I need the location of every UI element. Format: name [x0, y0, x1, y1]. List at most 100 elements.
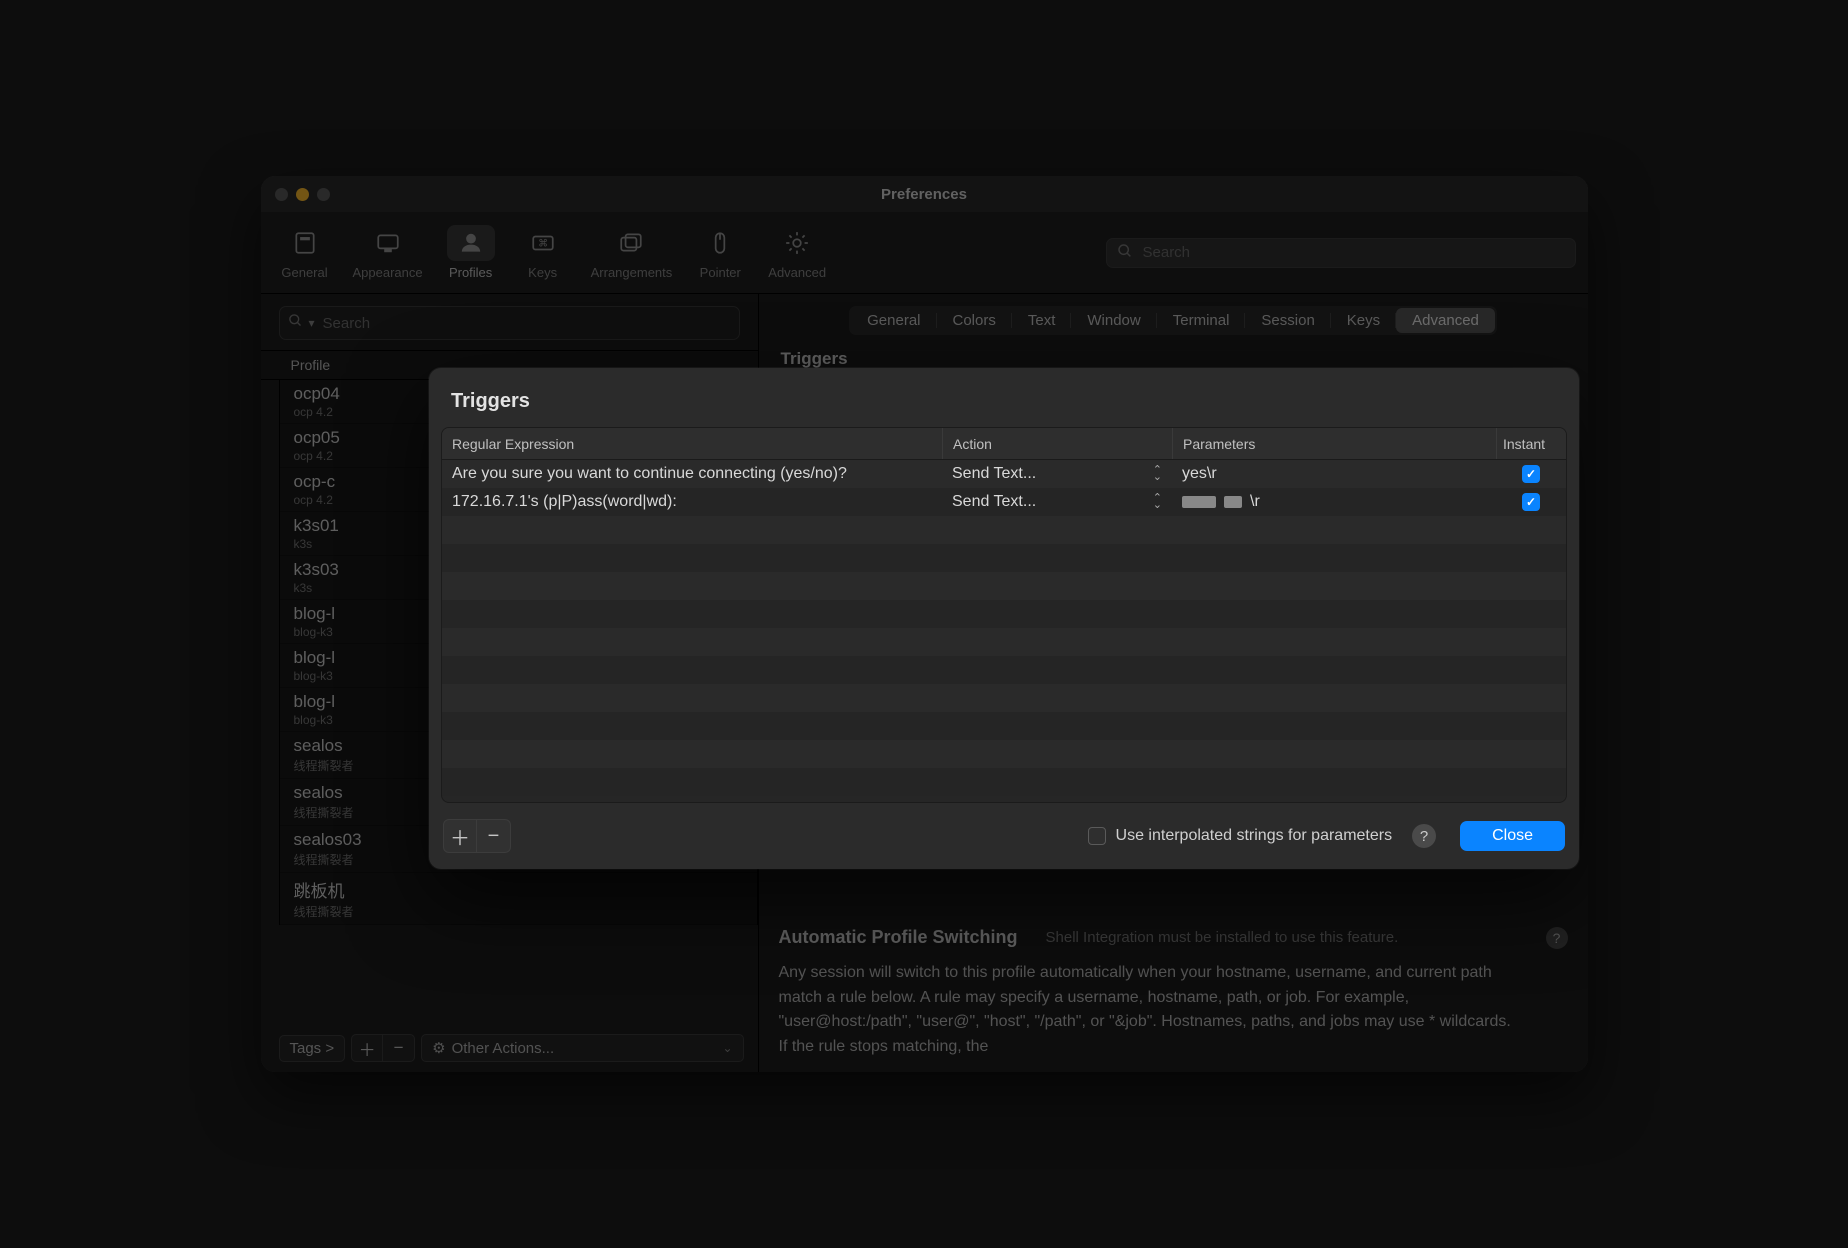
mouse-icon [696, 225, 744, 261]
trigger-row-empty[interactable] [442, 600, 1566, 628]
col-instant[interactable]: Instant [1496, 428, 1566, 459]
trigger-row-empty[interactable] [442, 768, 1566, 796]
col-action[interactable]: Action [942, 428, 1172, 459]
instant-cell[interactable]: ✓ [1496, 493, 1566, 511]
interpolated-strings-checkbox[interactable] [1088, 827, 1106, 845]
trigger-row-empty[interactable] [442, 544, 1566, 572]
triggers-table-body[interactable]: Are you sure you want to continue connec… [442, 460, 1566, 802]
triggers-section-title: Triggers [781, 349, 1568, 369]
stepper-icon[interactable]: ⌃⌄ [1153, 467, 1162, 480]
params-cell[interactable]: \r [1172, 493, 1496, 511]
params-cell[interactable]: yes\r [1172, 465, 1496, 483]
tab-advanced[interactable]: Advanced [1396, 308, 1495, 333]
toolbar-search-input[interactable] [1141, 243, 1565, 262]
tab-window[interactable]: Window [1071, 308, 1156, 333]
action-cell[interactable]: Send Text... ⌃⌄ [942, 493, 1172, 511]
trigger-row-empty[interactable] [442, 572, 1566, 600]
window-stack-icon [607, 225, 655, 261]
title-bar: Preferences [261, 176, 1588, 212]
trigger-row-empty[interactable] [442, 740, 1566, 768]
regex-cell[interactable]: 172.16.7.1's (p|P)ass(word|wd): [442, 493, 942, 511]
toolbar-appearance[interactable]: Appearance [345, 219, 431, 286]
tags-dropdown[interactable]: Tags > [279, 1035, 346, 1062]
preferences-toolbar: General Appearance Profiles ⌘ Keys Arrang… [261, 212, 1588, 294]
interpolated-strings-option[interactable]: Use interpolated strings for parameters [1088, 827, 1393, 845]
close-button[interactable]: Close [1460, 821, 1565, 851]
toolbar-pointer[interactable]: Pointer [688, 219, 752, 286]
toolbar-item-label: General [281, 265, 327, 280]
triggers-dialog-footer: ＋ − Use interpolated strings for paramet… [429, 813, 1579, 869]
add-trigger-button[interactable]: ＋ [443, 819, 477, 853]
profile-tab-bar: GeneralColorsTextWindowTerminalSessionKe… [779, 306, 1568, 335]
tab-text[interactable]: Text [1012, 308, 1072, 333]
interpolated-strings-label: Use interpolated strings for parameters [1116, 827, 1393, 845]
other-actions-label: Other Actions... [452, 1040, 555, 1057]
instant-checkbox[interactable]: ✓ [1522, 465, 1540, 483]
help-icon[interactable]: ? [1412, 824, 1436, 848]
tab-terminal[interactable]: Terminal [1157, 308, 1246, 333]
trigger-row[interactable]: 172.16.7.1's (p|P)ass(word|wd): Send Tex… [442, 488, 1566, 516]
params-text: yes\r [1182, 465, 1217, 483]
gear-icon [773, 225, 821, 261]
action-cell[interactable]: Send Text... ⌃⌄ [942, 465, 1172, 483]
slider-icon [281, 225, 329, 261]
trigger-row[interactable]: Are you sure you want to continue connec… [442, 460, 1566, 488]
trigger-row-empty[interactable] [442, 516, 1566, 544]
remove-profile-button[interactable]: − [383, 1034, 415, 1062]
col-regex[interactable]: Regular Expression [442, 436, 942, 452]
triggers-dialog: Triggers Regular Expression Action Param… [429, 368, 1579, 869]
trigger-row-empty[interactable] [442, 712, 1566, 740]
automatic-profile-switching-section: Automatic Profile Switching Shell Integr… [779, 907, 1568, 1060]
toolbar-search[interactable] [1106, 238, 1576, 268]
toolbar-item-label: Arrangements [591, 265, 673, 280]
regex-cell[interactable]: Are you sure you want to continue connec… [442, 465, 942, 483]
triggers-dialog-title: Triggers [429, 368, 1579, 427]
chevron-down-icon: ⌄ [722, 1041, 732, 1055]
toolbar-item-label: Profiles [449, 265, 492, 280]
add-profile-button[interactable]: ＋ [351, 1034, 383, 1062]
help-icon[interactable]: ? [1546, 927, 1568, 949]
profile-subtitle: 线程撕裂者 [294, 903, 747, 920]
tab-colors[interactable]: Colors [937, 308, 1012, 333]
profiles-search[interactable]: ▾ [279, 306, 740, 340]
trigger-row-empty[interactable] [442, 628, 1566, 656]
keyboard-icon: ⌘ [519, 225, 567, 261]
aps-note: Shell Integration must be installed to u… [1046, 929, 1518, 946]
toolbar-arrangements[interactable]: Arrangements [583, 219, 681, 286]
aps-description: Any session will switch to this profile … [779, 961, 1519, 1060]
search-icon [1117, 243, 1133, 263]
gear-icon: ⚙ [432, 1039, 445, 1057]
sidebar-footer: Tags > ＋ − ⚙ Other Actions... ⌄ [261, 1026, 758, 1062]
toolbar-item-label: Pointer [700, 265, 741, 280]
redacted-segment [1224, 496, 1242, 508]
profiles-search-input[interactable] [321, 314, 731, 333]
profile-title: 跳板机 [294, 877, 747, 902]
profile-icon [447, 225, 495, 261]
profile-item[interactable]: 跳板机 线程撕裂者 [280, 873, 757, 925]
chevron-down-icon[interactable]: ▾ [309, 316, 315, 330]
tab-keys[interactable]: Keys [1331, 308, 1396, 333]
tab-session[interactable]: Session [1245, 308, 1330, 333]
display-icon [364, 225, 412, 261]
triggers-table-header: Regular Expression Action Parameters Ins… [442, 428, 1566, 460]
triggers-table: Regular Expression Action Parameters Ins… [441, 427, 1567, 803]
trigger-row-empty[interactable] [442, 656, 1566, 684]
stepper-icon[interactable]: ⌃⌄ [1153, 495, 1162, 508]
toolbar-keys[interactable]: ⌘ Keys [511, 219, 575, 286]
tab-general[interactable]: General [851, 308, 936, 333]
toolbar-profiles[interactable]: Profiles [439, 219, 503, 286]
instant-cell[interactable]: ✓ [1496, 465, 1566, 483]
toolbar-item-label: Appearance [353, 265, 423, 280]
redacted-segment [1182, 496, 1216, 508]
remove-trigger-button[interactable]: − [477, 819, 511, 853]
instant-checkbox[interactable]: ✓ [1522, 493, 1540, 511]
toolbar-item-label: Advanced [768, 265, 826, 280]
params-text: \r [1250, 493, 1260, 511]
col-params[interactable]: Parameters [1172, 428, 1496, 459]
preferences-window: Preferences General Appearance Profiles ⌘… [261, 176, 1588, 1072]
toolbar-advanced[interactable]: Advanced [760, 219, 834, 286]
trigger-row-empty[interactable] [442, 684, 1566, 712]
other-actions-dropdown[interactable]: ⚙ Other Actions... ⌄ [421, 1034, 743, 1062]
toolbar-general[interactable]: General [273, 219, 337, 286]
window-title: Preferences [261, 186, 1588, 203]
